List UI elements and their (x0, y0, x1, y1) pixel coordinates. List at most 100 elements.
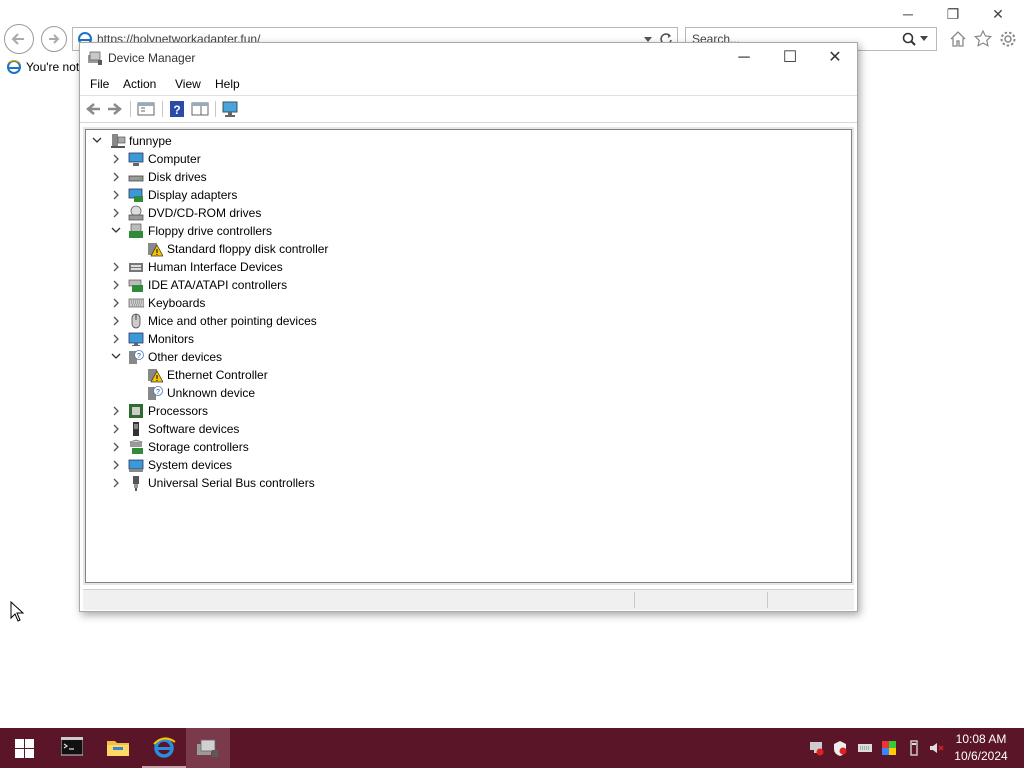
menu-action[interactable]: Action (123, 77, 156, 91)
tree-item-label: Unknown device (167, 386, 256, 400)
close-button[interactable]: ✕ (812, 43, 858, 73)
start-button[interactable] (2, 728, 46, 768)
ide-controller-icon (128, 279, 143, 292)
expand-chevron-icon[interactable] (109, 204, 123, 222)
window-title: Device Manager (108, 51, 196, 65)
help-icon[interactable]: ? (168, 100, 186, 118)
internet-explorer-icon (153, 737, 176, 758)
mouse-icon (131, 313, 141, 329)
tree-item-unknown-device[interactable]: ? Unknown device (128, 384, 428, 402)
unknown-device-icon: ? (129, 350, 144, 364)
clock-time: 10:08 AM (955, 732, 1007, 746)
command-prompt-icon (61, 737, 83, 756)
taskbar-device-manager[interactable] (186, 728, 230, 768)
storage-controller-icon (129, 439, 143, 454)
browser-restore-button[interactable]: ❐ (933, 4, 973, 24)
collapse-chevron-icon[interactable] (109, 348, 123, 366)
tree-item-label: Computer (148, 152, 201, 166)
client-area: funnype Computer Disk drives Display ada… (83, 127, 854, 585)
taskbar-internet-explorer[interactable] (142, 728, 186, 768)
mouse-cursor-icon (10, 601, 24, 622)
collapse-chevron-icon[interactable] (109, 222, 123, 240)
tree-item-processors[interactable]: Processors (109, 402, 409, 420)
tree-item-software-devices[interactable]: Software devices (109, 420, 409, 438)
security-tray-icon[interactable] (832, 740, 848, 756)
usb-tray-icon[interactable] (906, 740, 922, 756)
properties-pane-icon[interactable] (191, 100, 209, 118)
processor-icon (129, 404, 143, 418)
favorites-star-icon[interactable] (974, 30, 992, 48)
keyboard-tray-icon[interactable] (857, 740, 873, 756)
expand-chevron-icon[interactable] (109, 276, 123, 294)
minimize-button[interactable]: ─ (721, 43, 767, 73)
home-icon[interactable] (949, 30, 967, 48)
tree-item-floppy-controllers[interactable]: Floppy drive controllers (109, 222, 409, 240)
settings-gear-icon[interactable] (999, 30, 1017, 48)
scan-hardware-changes-icon[interactable] (221, 100, 239, 118)
toolbar: ? (80, 96, 857, 123)
browser-close-button[interactable]: ✕ (978, 4, 1018, 24)
expand-chevron-icon[interactable] (109, 186, 123, 204)
tree-item-human-interface-devices[interactable]: Human Interface Devices (109, 258, 409, 276)
taskbar: 10:08 AM 10/6/2024 (0, 728, 1024, 768)
tree-item-label: Standard floppy disk controller (167, 242, 329, 256)
system-clock[interactable]: 10:08 AM 10/6/2024 (946, 731, 1016, 765)
tree-item-storage-controllers[interactable]: Storage controllers (109, 438, 409, 456)
tree-item-monitors[interactable]: Monitors (109, 330, 409, 348)
svg-text:?: ? (156, 389, 160, 396)
forward-icon[interactable] (106, 100, 124, 118)
tab-label: You're not (26, 60, 80, 74)
expand-chevron-icon[interactable] (109, 420, 123, 438)
tree-item-label: DVD/CD-ROM drives (148, 206, 262, 220)
maximize-button[interactable]: ☐ (767, 43, 813, 73)
menu-help[interactable]: Help (215, 77, 240, 91)
device-tree[interactable]: funnype Computer Disk drives Display ada… (85, 129, 852, 583)
tree-item-label: Storage controllers (148, 440, 249, 454)
tree-item-other-devices[interactable]: ? Other devices (109, 348, 409, 366)
tree-root[interactable]: funnype (90, 132, 290, 150)
expand-chevron-icon[interactable] (109, 150, 123, 168)
tree-item-dvd-drives[interactable]: DVD/CD-ROM drives (109, 204, 409, 222)
expand-chevron-icon[interactable] (109, 474, 123, 492)
clock-date: 10/6/2024 (954, 749, 1008, 763)
tree-item-system-devices[interactable]: System devices (109, 456, 409, 474)
expand-chevron-icon[interactable] (109, 312, 123, 330)
taskbar-command-prompt[interactable] (50, 728, 94, 768)
tree-item-label: Other devices (148, 350, 223, 364)
tree-item-mice[interactable]: Mice and other pointing devices (109, 312, 429, 330)
tree-item-keyboards[interactable]: Keyboards (109, 294, 409, 312)
tree-item-standard-floppy-controller[interactable]: Standard floppy disk controller (128, 240, 428, 258)
expand-chevron-icon[interactable] (109, 330, 123, 348)
unknown-device-icon: ? (148, 386, 163, 400)
title-bar[interactable]: Device Manager ─ ☐ ✕ (80, 43, 857, 73)
browser-minimize-button[interactable]: ─ (888, 4, 928, 24)
back-icon[interactable] (84, 100, 102, 118)
tree-item-display-adapters[interactable]: Display adapters (109, 186, 409, 204)
expand-chevron-icon[interactable] (109, 456, 123, 474)
back-button[interactable] (4, 24, 34, 54)
expand-chevron-icon[interactable] (109, 258, 123, 276)
expand-chevron-icon[interactable] (109, 294, 123, 312)
expand-chevron-icon[interactable] (109, 402, 123, 420)
collapse-chevron-icon[interactable] (90, 132, 104, 150)
expand-chevron-icon[interactable] (109, 168, 123, 186)
tree-item-label: Floppy drive controllers (148, 224, 273, 238)
device-manager-app-icon (88, 51, 102, 65)
tree-item-ethernet-controller[interactable]: Ethernet Controller (128, 366, 428, 384)
tree-item-label: Monitors (148, 332, 195, 346)
search-icon[interactable] (902, 32, 916, 46)
tree-item-ide-controllers[interactable]: IDE ATA/ATAPI controllers (109, 276, 409, 294)
network-tray-icon[interactable] (808, 740, 824, 756)
search-dropdown-icon[interactable] (920, 36, 928, 42)
show-hide-console-tree-icon[interactable] (137, 100, 155, 118)
menu-view[interactable]: View (175, 77, 201, 91)
tree-item-usb-controllers[interactable]: Universal Serial Bus controllers (109, 474, 429, 492)
tree-item-disk-drives[interactable]: Disk drives (109, 168, 409, 186)
forward-button[interactable] (41, 26, 67, 52)
volume-muted-icon[interactable] (928, 740, 944, 756)
expand-chevron-icon[interactable] (109, 438, 123, 456)
taskbar-file-explorer[interactable] (96, 728, 140, 768)
tree-item-computer[interactable]: Computer (109, 150, 409, 168)
menu-file[interactable]: File (90, 77, 109, 91)
display-color-tray-icon[interactable] (881, 740, 897, 756)
